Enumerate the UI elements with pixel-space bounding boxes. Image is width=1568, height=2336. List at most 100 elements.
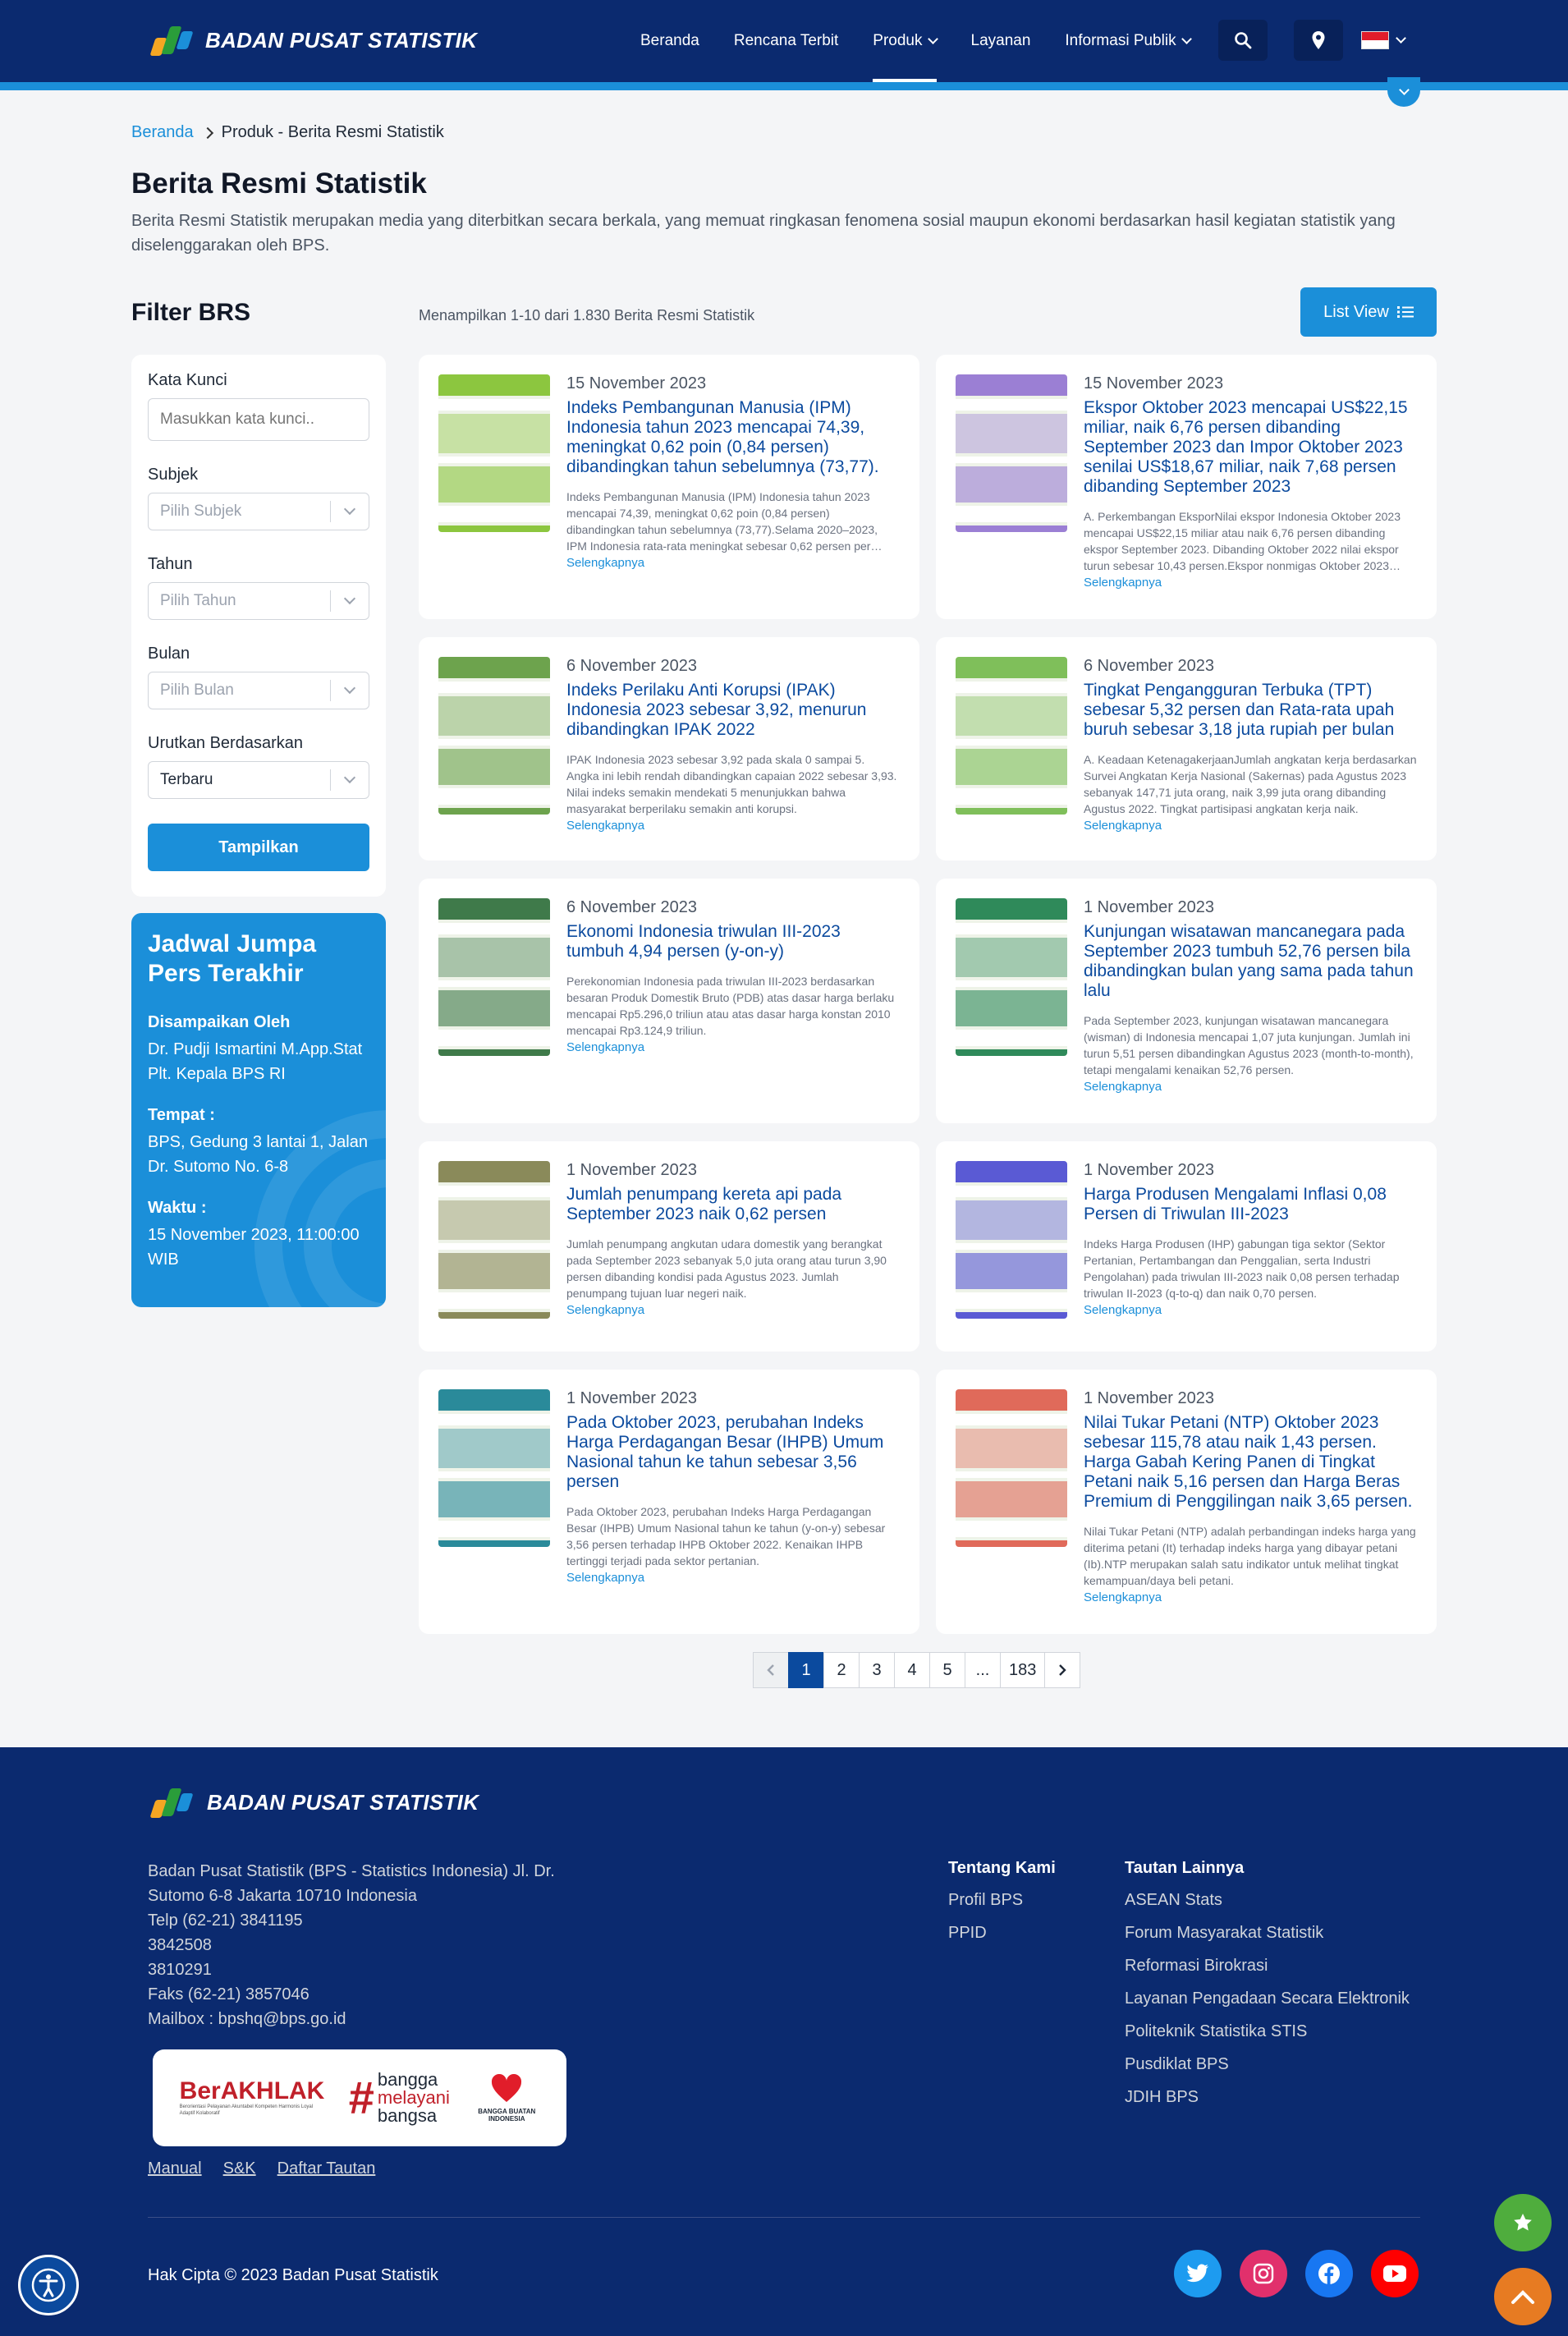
infographic-thumbnail[interactable] (438, 1161, 550, 1319)
copyright: Hak Cipta © 2023 Badan Pusat Statistik (148, 2266, 438, 2284)
nav-beranda[interactable]: Beranda (640, 0, 699, 82)
nav-layanan[interactable]: Layanan (971, 0, 1031, 82)
read-more-link[interactable]: Selengkapnya (1084, 1590, 1162, 1604)
brs-title-link[interactable]: Tingkat Pengangguran Terbuka (TPT) sebes… (1084, 681, 1417, 740)
terms-link[interactable]: S&K (223, 2159, 256, 2178)
brs-title-link[interactable]: Indeks Pembangunan Manusia (IPM) Indones… (566, 398, 900, 477)
brs-title-link[interactable]: Harga Produsen Mengalami Inflasi 0,08 Pe… (1084, 1185, 1417, 1224)
profil-bps-link[interactable]: Profil BPS (948, 1891, 1056, 1910)
thumbnail-band (956, 457, 1067, 463)
forum-masyarakat-link[interactable]: Forum Masyarakat Statistik (1125, 1924, 1410, 1943)
infographic-thumbnail[interactable] (956, 1389, 1067, 1547)
bangga-melayani-logo: # bangga melayani bangsa (349, 2071, 450, 2125)
read-more-link[interactable]: Selengkapnya (1084, 1303, 1162, 1317)
facebook-button[interactable] (1305, 2250, 1353, 2297)
breadcrumb-home[interactable]: Beranda (131, 123, 194, 142)
sort-select[interactable]: Terbaru (148, 761, 369, 799)
twitter-button[interactable] (1174, 2250, 1222, 2297)
nav-label: Informasi Publik (1065, 32, 1176, 49)
infographic-thumbnail[interactable] (956, 1161, 1067, 1319)
list-view-button[interactable]: List View (1300, 287, 1437, 337)
location-button[interactable] (1294, 20, 1343, 61)
brs-card[interactable]: 15 November 2023 Indeks Pembangunan Manu… (419, 355, 919, 619)
chevron-right-icon (1059, 1664, 1067, 1676)
thumbnail-band (438, 399, 550, 411)
read-more-link[interactable]: Selengkapnya (566, 1303, 644, 1317)
brs-title-link[interactable]: Kunjungan wisatawan mancanegara pada Sep… (1084, 922, 1417, 1001)
press-place-value: BPS, Gedung 3 lantai 1, Jalan Dr. Sutomo… (148, 1133, 368, 1176)
asean-stats-link[interactable]: ASEAN Stats (1125, 1891, 1410, 1910)
next-page-button[interactable] (1044, 1652, 1081, 1688)
page-5-button[interactable]: 5 (929, 1652, 965, 1688)
brs-title-link[interactable]: Ekspor Oktober 2023 mencapai US$22,15 mi… (1084, 398, 1417, 497)
brs-title-link[interactable]: Pada Oktober 2023, perubahan Indeks Harg… (566, 1413, 900, 1492)
language-selector[interactable] (1361, 31, 1406, 49)
infographic-thumbnail[interactable] (438, 1389, 550, 1547)
brs-title-link[interactable]: Nilai Tukar Petani (NTP) Oktober 2023 se… (1084, 1413, 1417, 1512)
infographic-thumbnail[interactable] (956, 374, 1067, 532)
read-more-link[interactable]: Selengkapnya (566, 1571, 644, 1585)
brs-card[interactable]: 1 November 2023 Nilai Tukar Petani (NTP)… (936, 1370, 1437, 1634)
infographic-thumbnail[interactable] (438, 374, 550, 532)
subject-select[interactable]: Pilih Subjek (148, 493, 369, 530)
read-more-link[interactable]: Selengkapnya (1084, 576, 1162, 590)
brs-card[interactable]: 1 November 2023 Harga Produsen Mengalami… (936, 1141, 1437, 1352)
phone-text: Telp (62-21) 3841195 (148, 1911, 303, 1930)
list-view-label: List View (1323, 302, 1389, 321)
brs-card[interactable]: 6 November 2023 Ekonomi Indonesia triwul… (419, 879, 919, 1123)
page-2-button[interactable]: 2 (823, 1652, 860, 1688)
thumbnail-band (956, 1414, 1067, 1425)
page-3-button[interactable]: 3 (859, 1652, 895, 1688)
ppid-link[interactable]: PPID (948, 1924, 1056, 1943)
read-more-link[interactable]: Selengkapnya (566, 1040, 644, 1054)
bps-logo-link[interactable]: BADAN PUSAT STATISTIK (146, 20, 477, 61)
footer-logo-link[interactable]: BADAN PUSAT STATISTIK (146, 1782, 479, 1823)
thumbnail-band (438, 1312, 550, 1319)
nav-informasi-publik[interactable]: Informasi Publik (1065, 0, 1192, 82)
read-more-link[interactable]: Selengkapnya (1084, 1080, 1162, 1094)
brs-card[interactable]: 6 November 2023 Tingkat Pengangguran Ter… (936, 637, 1437, 861)
apply-filter-button[interactable]: Tampilkan (148, 824, 369, 871)
page-4-button[interactable]: 4 (894, 1652, 930, 1688)
brs-card[interactable]: 1 November 2023 Pada Oktober 2023, perub… (419, 1370, 919, 1634)
read-more-link[interactable]: Selengkapnya (566, 556, 644, 570)
page-1-button[interactable]: 1 (788, 1652, 824, 1688)
read-more-link[interactable]: Selengkapnya (1084, 819, 1162, 833)
brs-card[interactable]: 6 November 2023 Indeks Perilaku Anti Kor… (419, 637, 919, 861)
favorite-button[interactable] (1494, 2194, 1552, 2251)
collapse-toggle[interactable] (1387, 77, 1420, 107)
page-last-button[interactable]: 183 (1000, 1652, 1046, 1688)
infographic-thumbnail[interactable] (956, 898, 1067, 1056)
brs-card[interactable]: 15 November 2023 Ekspor Oktober 2023 men… (936, 355, 1437, 619)
brs-title-link[interactable]: Indeks Perilaku Anti Korupsi (IPAK) Indo… (566, 681, 900, 740)
nav-produk[interactable]: Produk (873, 0, 938, 82)
infographic-thumbnail[interactable] (438, 898, 550, 1056)
read-more-link[interactable]: Selengkapnya (566, 819, 644, 833)
link-directory-link[interactable]: Daftar Tautan (277, 2159, 376, 2178)
brs-title-link[interactable]: Ekonomi Indonesia triwulan III-2023 tumb… (566, 922, 900, 961)
reformasi-birokrasi-link[interactable]: Reformasi Birokrasi (1125, 1957, 1410, 1976)
instagram-button[interactable] (1240, 2250, 1287, 2297)
infographic-thumbnail[interactable] (956, 657, 1067, 815)
youtube-button[interactable] (1371, 2250, 1419, 2297)
year-select[interactable]: Pilih Tahun (148, 582, 369, 620)
thumbnail-band (956, 1312, 1067, 1319)
press-by-label: Disampaikan Oleh (148, 1013, 291, 1031)
brs-card[interactable]: 1 November 2023 Kunjungan wisatawan manc… (936, 879, 1437, 1123)
manual-link[interactable]: Manual (148, 2159, 202, 2178)
infographic-thumbnail[interactable] (438, 657, 550, 815)
month-select[interactable]: Pilih Bulan (148, 672, 369, 709)
brs-card[interactable]: 1 November 2023 Jumlah penumpang kereta … (419, 1141, 919, 1352)
prev-page-button[interactable] (753, 1652, 789, 1688)
pusdiklat-link[interactable]: Pusdiklat BPS (1125, 2055, 1410, 2074)
jdih-link[interactable]: JDIH BPS (1125, 2088, 1410, 2107)
brs-title-link[interactable]: Jumlah penumpang kereta api pada Septemb… (566, 1185, 900, 1224)
lpse-link[interactable]: Layanan Pengadaan Secara Elektronik (1125, 1990, 1410, 2008)
stis-link[interactable]: Politeknik Statistika STIS (1125, 2022, 1410, 2041)
nav-rencana-terbit[interactable]: Rencana Terbit (734, 0, 838, 82)
search-button[interactable] (1218, 20, 1268, 61)
berakhlak-logo: BerAKHLAK Berorientasi Pelayanan Akuntab… (180, 2079, 325, 2117)
accessibility-button[interactable] (18, 2255, 79, 2315)
scroll-to-top-button[interactable] (1494, 2268, 1552, 2325)
keyword-input[interactable] (148, 398, 369, 441)
